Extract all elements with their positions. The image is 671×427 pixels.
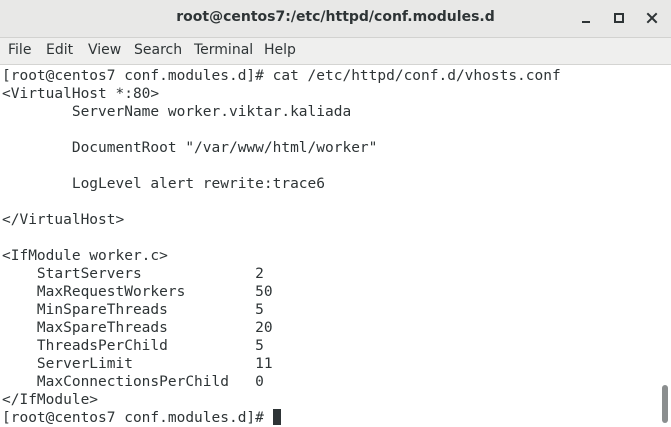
menu-terminal[interactable]: Terminal — [194, 42, 253, 58]
terminal-line: DocumentRoot "/var/www/html/worker" — [2, 140, 378, 156]
maximize-button[interactable] — [608, 8, 630, 28]
menu-help[interactable]: Help — [264, 42, 296, 58]
terminal-line: MinSpareThreads 5 — [2, 302, 264, 318]
terminal-line: StartServers 2 — [2, 266, 264, 282]
minimize-button[interactable] — [575, 8, 597, 28]
terminal-output[interactable]: [root@centos7 conf.modules.d]# cat /etc/… — [0, 65, 660, 427]
menu-edit[interactable]: Edit — [46, 42, 73, 58]
menu-view[interactable]: View — [88, 42, 121, 58]
terminal-line: MaxConnectionsPerChild 0 — [2, 374, 264, 390]
terminal-scrollbar[interactable] — [660, 65, 671, 427]
scrollbar-thumb[interactable] — [662, 385, 668, 423]
maximize-icon — [614, 13, 624, 23]
menu-search[interactable]: Search — [134, 42, 182, 58]
terminal-line: </VirtualHost> — [2, 212, 125, 228]
shell-prompt: [root@centos7 conf.modules.d]# — [2, 410, 273, 426]
menu-file[interactable]: File — [8, 42, 31, 58]
minimize-icon — [582, 21, 590, 23]
terminal-window: root@centos7:/etc/httpd/conf.modules.d F… — [0, 0, 671, 427]
terminal-line: ServerName worker.viktar.kaliada — [2, 104, 352, 120]
close-icon — [646, 12, 658, 24]
terminal-line: </IfModule> — [2, 392, 99, 408]
text-cursor — [272, 409, 281, 425]
terminal-prompt-line: [root@centos7 conf.modules.d]# — [2, 409, 281, 427]
terminal-line: LogLevel alert rewrite:trace6 — [2, 176, 326, 192]
terminal-line: MaxSpareThreads 20 — [2, 320, 273, 336]
title-bar[interactable]: root@centos7:/etc/httpd/conf.modules.d — [0, 0, 671, 38]
terminal-line: <VirtualHost *:80> — [2, 86, 160, 102]
terminal-line: <IfModule worker.c> — [2, 248, 168, 264]
terminal-line: [root@centos7 conf.modules.d]# cat /etc/… — [2, 68, 561, 84]
terminal-line: MaxRequestWorkers 50 — [2, 284, 273, 300]
close-button[interactable] — [641, 8, 663, 28]
window-title: root@centos7:/etc/httpd/conf.modules.d — [176, 9, 495, 25]
menu-bar: File Edit View Search Terminal Help — [0, 38, 671, 65]
terminal-line: ServerLimit 11 — [2, 356, 273, 372]
terminal-line: ThreadsPerChild 5 — [2, 338, 264, 354]
